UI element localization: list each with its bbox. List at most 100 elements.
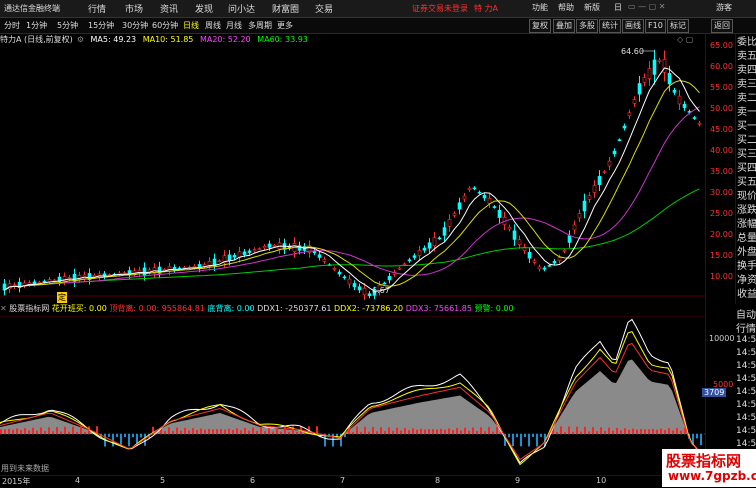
menu-newversion[interactable]: 新版 [584, 2, 600, 13]
candle-body [362, 287, 367, 296]
auto-label[interactable]: 自动 [736, 306, 756, 321]
x-tick: 4 [75, 476, 81, 485]
side-label: 卖一 [737, 107, 756, 118]
side-label: 卖二 [737, 93, 756, 104]
ddx-bar [56, 427, 58, 434]
ddx-bar [592, 427, 594, 434]
ddx-bar [132, 434, 134, 438]
candle-body [432, 237, 437, 246]
ddx-bar [464, 427, 466, 434]
ddx-bar [432, 429, 434, 434]
ddx-bar [352, 431, 354, 434]
ddx-bar [416, 429, 418, 434]
candle-body [662, 59, 667, 73]
menu-discover[interactable]: 发现 [195, 2, 213, 15]
settings-icon[interactable]: ⚙ [77, 35, 84, 44]
ddx-bar [576, 426, 578, 434]
chart-expand-icon[interactable]: ◇ ▢ [677, 35, 693, 44]
ma60-label: MA60: 33.93 [257, 35, 308, 44]
tick-time: 14:50 [736, 426, 756, 436]
candle-body [232, 255, 237, 258]
ddx-bar [140, 434, 142, 438]
ddx-bar [232, 429, 234, 434]
menu-wenxiaoda[interactable]: 问小达 [228, 2, 255, 15]
f10-button[interactable]: F10 [645, 19, 666, 33]
side-label: 买四 [737, 163, 756, 174]
tab-multi[interactable]: 多周期 [248, 20, 272, 31]
candle-body [587, 195, 592, 200]
tab-1min[interactable]: 1分钟 [26, 20, 47, 31]
candle-body [517, 239, 522, 245]
draw-line-button[interactable]: 画线 [622, 19, 644, 33]
menu-trade[interactable]: 交易 [315, 2, 333, 15]
tab-weekly[interactable]: 周线 [205, 20, 221, 31]
candle-body [637, 83, 642, 95]
tab-60min[interactable]: 60分钟 [152, 20, 178, 31]
side-label: 买三 [737, 149, 756, 160]
candle-body [242, 251, 247, 255]
ddx-bar [236, 428, 238, 434]
menu-caifuquan[interactable]: 财富圈 [272, 2, 299, 15]
ma20-label: MA20: 52.20 [199, 35, 251, 44]
indicator-name[interactable]: 股票指标网 [9, 304, 49, 313]
candle-body [607, 160, 612, 167]
candle-body [267, 243, 272, 248]
y-tick: 10000 [709, 334, 735, 343]
menu-market[interactable]: 市场 [125, 2, 143, 15]
menu-guest[interactable]: 游客 [716, 2, 732, 13]
candle-body [442, 227, 447, 236]
back-button[interactable]: 返回 [711, 19, 733, 33]
candle-body [542, 267, 547, 270]
tab-15min[interactable]: 15分钟 [88, 20, 114, 31]
ddx-bar [8, 428, 10, 434]
tick-time: 14:50 [736, 413, 756, 423]
fuquan-button[interactable]: 复权 [529, 19, 551, 33]
ma5-line [4, 67, 700, 292]
tab-5min[interactable]: 5分钟 [57, 20, 78, 31]
stats-button[interactable]: 统计 [599, 19, 621, 33]
menu-help[interactable]: 帮助 [558, 2, 574, 13]
tab-monthly[interactable]: 月线 [226, 20, 242, 31]
window-controls-icon[interactable]: ▭ — ▢ ✕ [628, 2, 665, 11]
close-icon[interactable]: ✕ [0, 304, 7, 313]
ddx-bar [204, 429, 206, 434]
side-label: 买二 [737, 135, 756, 146]
watermark: 股票指标网 www.7gpzb.com [662, 449, 756, 487]
ddx-bar [384, 431, 386, 434]
multi-stock-button[interactable]: 多股 [576, 19, 598, 33]
menu-function[interactable]: 功能 [532, 2, 548, 13]
candle-body [527, 251, 532, 259]
tab-30min[interactable]: 30分钟 [122, 20, 148, 31]
watermark-title: 股票指标网 [666, 452, 742, 470]
x-tick: 7 [340, 476, 346, 485]
candle-body [357, 286, 362, 291]
candle-body [537, 266, 542, 270]
candle-body [252, 249, 257, 252]
ddx-bar [560, 426, 562, 434]
menu-news[interactable]: 资讯 [160, 2, 178, 15]
candle-body [557, 257, 562, 261]
side-label: 现价 [737, 191, 756, 202]
tick-time: 14:50 [736, 348, 756, 358]
candle-body [597, 176, 602, 185]
x-tick: 2015年 [2, 477, 31, 486]
menu-quotes[interactable]: 行情 [88, 2, 106, 15]
app-title: 通达信金融终端 [4, 4, 60, 13]
kline-chart[interactable]: 64.60 6.67 [0, 46, 705, 303]
tab-intraday[interactable]: 分时 [4, 20, 20, 31]
tab-more[interactable]: 更多 [277, 20, 293, 31]
candlesticks [2, 49, 702, 301]
ddx-bar [12, 429, 14, 434]
login-warning[interactable]: 证券交易未登录 [412, 3, 468, 14]
tick-time: 14:50 [736, 374, 756, 384]
overlay-button[interactable]: 叠加 [553, 19, 575, 33]
menu-day[interactable]: 日 [614, 2, 622, 13]
candle-body [322, 259, 327, 262]
candle-body [462, 195, 467, 200]
tab-daily[interactable]: 日线 [183, 20, 199, 31]
y-tick: 25.00 [710, 209, 733, 218]
mark-button[interactable]: 标记 [667, 19, 689, 33]
candle-body [472, 187, 477, 190]
ddx-bar [532, 434, 534, 437]
indicator-chart[interactable]: 用到未来数据 [0, 316, 705, 475]
